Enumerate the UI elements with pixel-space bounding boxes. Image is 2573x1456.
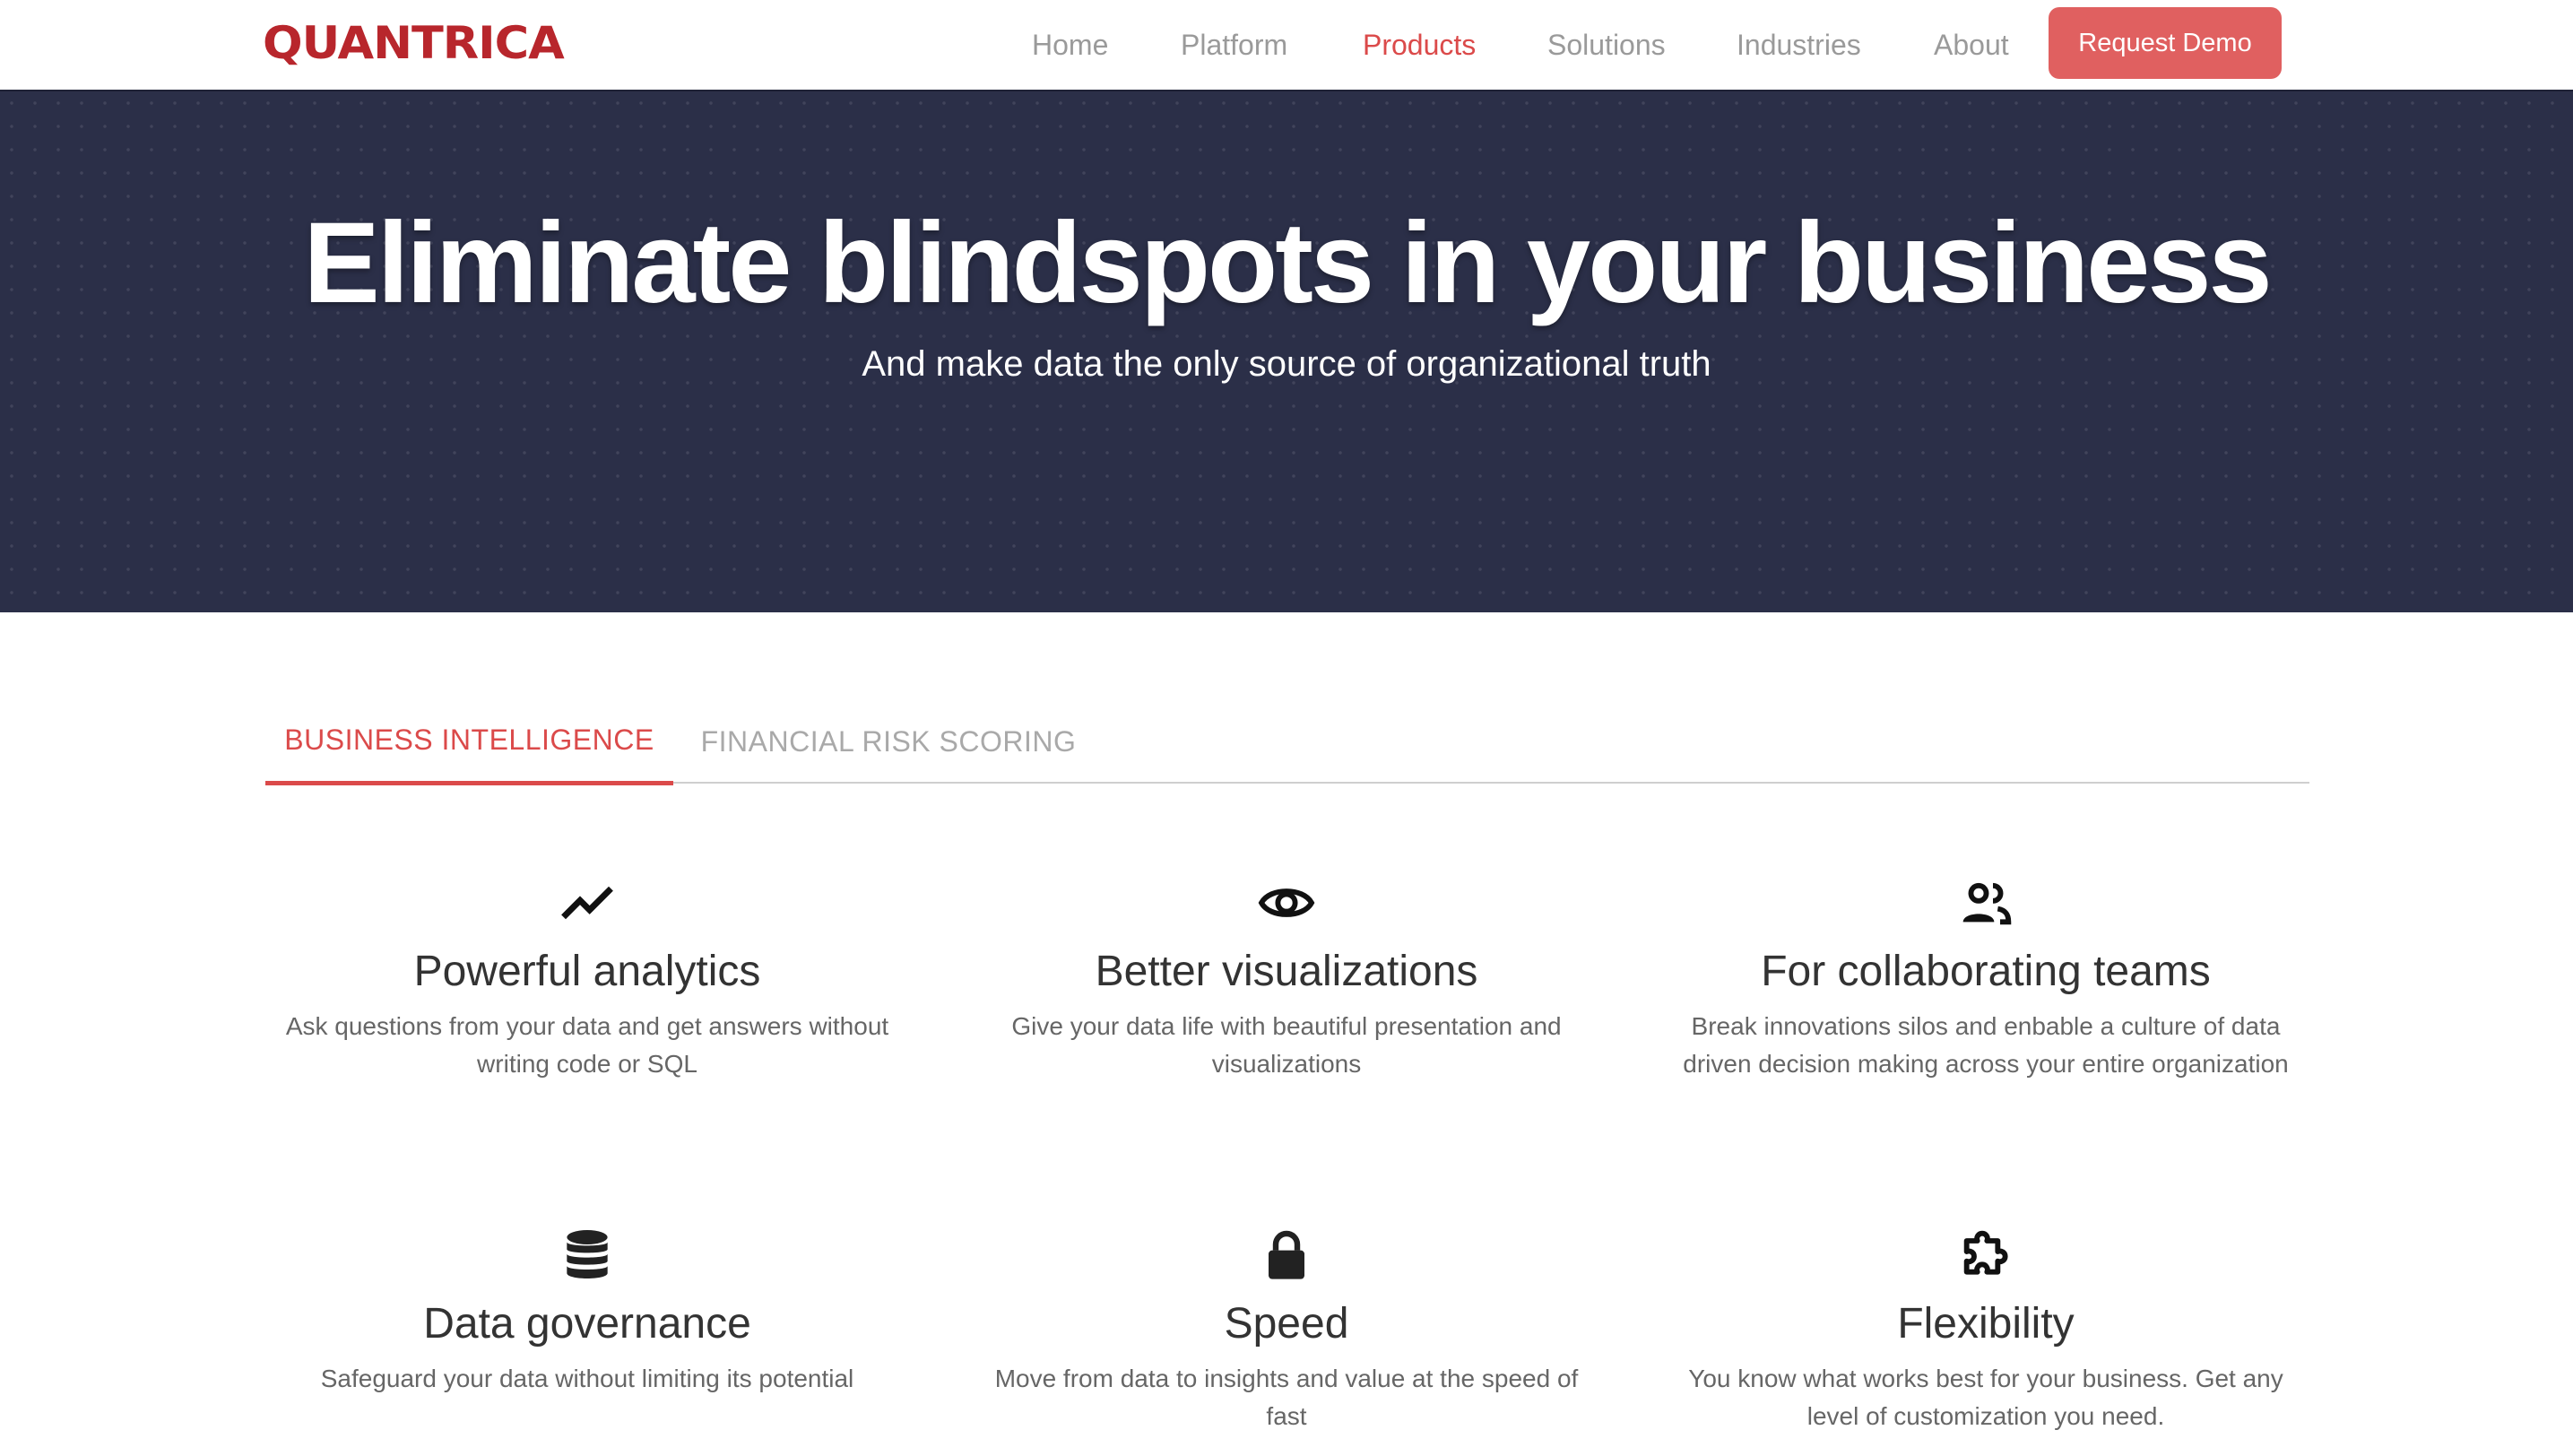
feature-description: Break innovations silos and enbable a cu… bbox=[1683, 1012, 2289, 1078]
feature-description: You know what works best for your busine… bbox=[1688, 1365, 2283, 1430]
feature-description: Ask questions from your data and get ans… bbox=[285, 1012, 889, 1078]
feature-card-analytics: Powerful analytics Ask questions from yo… bbox=[273, 874, 901, 1083]
feature-card-teams: For collaborating teams Break innovation… bbox=[1672, 874, 2300, 1083]
request-demo-button[interactable]: Request Demo bbox=[2049, 7, 2282, 79]
feature-card-governance: Data governance Safeguard your data with… bbox=[273, 1226, 901, 1398]
feature-description: Give your data life with beautiful prese… bbox=[1011, 1012, 1562, 1078]
hero-subtitle: And make data the only source of organiz… bbox=[862, 344, 1711, 384]
feature-card-speed: Speed Move from data to insights and val… bbox=[973, 1226, 1600, 1435]
puzzle-icon bbox=[1963, 1230, 2008, 1275]
database-icon bbox=[567, 1230, 608, 1278]
nav-item-about[interactable]: About bbox=[1934, 29, 2009, 62]
tab-business-intelligence[interactable]: BUSINESS INTELLIGENCE bbox=[265, 699, 673, 785]
trending-up-icon bbox=[561, 886, 613, 920]
feature-description: Safeguard your data without limiting its… bbox=[320, 1365, 854, 1392]
nav-item-products[interactable]: Products bbox=[1363, 29, 1476, 62]
feature-card-visualizations: Better visualizations Give your data lif… bbox=[973, 874, 1600, 1083]
feature-description: Move from data to insights and value at … bbox=[994, 1365, 1579, 1430]
product-tabs: BUSINESS INTELLIGENCE FINANCIAL RISK SCO… bbox=[265, 699, 2309, 785]
feature-card-flexibility: Flexibility You know what works best for… bbox=[1672, 1226, 2300, 1435]
hero-banner: Eliminate blindspots in your business An… bbox=[0, 90, 2573, 612]
feature-title: Powerful analytics bbox=[413, 948, 761, 995]
eye-icon bbox=[1258, 888, 1315, 917]
nav-item-platform[interactable]: Platform bbox=[1181, 29, 1287, 62]
top-navbar: QUANTRICA Home Platform Products Solutio… bbox=[0, 0, 2573, 90]
lock-icon bbox=[1269, 1230, 1304, 1279]
feature-title: Flexibility bbox=[1897, 1300, 2075, 1348]
hero-title: Eliminate blindspots in your business bbox=[303, 199, 2272, 327]
people-icon bbox=[1962, 882, 2012, 925]
brand-logo[interactable]: QUANTRICA bbox=[263, 16, 565, 70]
tab-financial-risk-scoring[interactable]: FINANCIAL RISK SCORING bbox=[691, 699, 1086, 784]
feature-title: Speed bbox=[1224, 1300, 1349, 1348]
nav-item-home[interactable]: Home bbox=[1032, 29, 1108, 62]
feature-title: For collaborating teams bbox=[1761, 948, 2211, 995]
nav-item-industries[interactable]: Industries bbox=[1737, 29, 1861, 62]
feature-title: Better visualizations bbox=[1095, 948, 1478, 995]
feature-title: Data governance bbox=[423, 1300, 751, 1348]
nav-item-solutions[interactable]: Solutions bbox=[1547, 29, 1666, 62]
